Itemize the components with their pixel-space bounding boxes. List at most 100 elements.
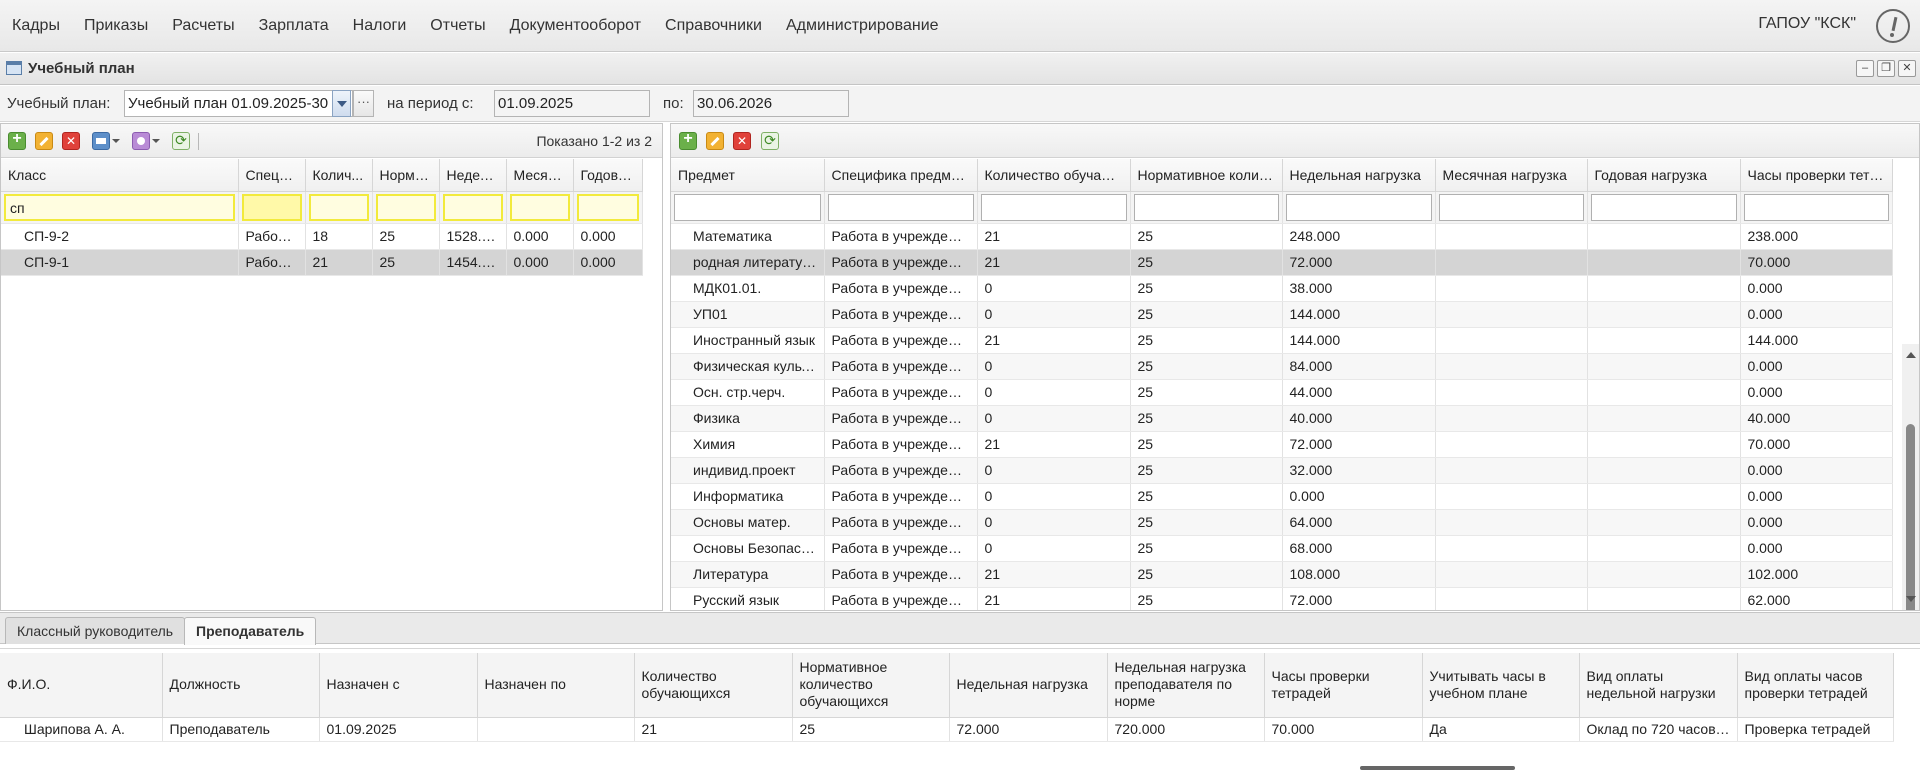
col-nedelnaya-nagruzka[interactable]: Недельная нагрузка [949,653,1108,718]
predmet-filter-input[interactable] [674,193,821,221]
nedelnaya-filter-input[interactable] [1285,193,1432,221]
table-row[interactable]: Информатика Работа в учреждени... 0 25 0.000… [671,483,1893,510]
print-dropdown-icon[interactable] [112,139,120,143]
period-from-field[interactable]: 01.09.2025 [494,90,650,117]
period-to-field[interactable]: 30.06.2026 [693,90,849,117]
table-row[interactable]: Химия Работа в учреждени... 21 25 72.000 70.0… [671,431,1893,458]
col-godovaya-nagruzka[interactable]: Годовая нагрузка [1587,159,1741,192]
cell: родная литература [671,249,825,276]
add-icon[interactable] [8,130,26,150]
col-vid-oplaty-nedelnoy[interactable]: Вид оплаты недельной нагрузки [1579,653,1738,718]
menu-item-otchety[interactable]: Отчеты [418,17,497,35]
col-dolzhnost[interactable]: Должность [162,653,320,718]
col-normativnoe-kolichestvo[interactable]: Нормативное колич... [1130,159,1283,192]
mesyachnaya-filter-input[interactable] [509,193,570,221]
table-row-selected[interactable]: родная литература Работа в учреждени... 21… [671,249,1893,276]
col-predmet[interactable]: Предмет [671,159,825,192]
kolichestvo-filter-input[interactable] [980,193,1127,221]
table-row[interactable]: индивид.проект Работа в учреждени... 0 25 32… [671,457,1893,484]
actions-icon[interactable] [132,132,150,150]
edit-icon[interactable] [706,132,724,150]
col-naznachen-s[interactable]: Назначен с [319,653,478,718]
table-row[interactable]: УП01 Работа в учреждени... 0 25 144.000 0.000 [671,301,1893,328]
info-icon[interactable] [1876,9,1910,43]
col-kolichestvo[interactable]: Колич... [305,159,373,192]
menu-item-kadry[interactable]: Кадры [0,17,72,35]
col-godovaya[interactable]: Годова... [573,159,643,192]
table-row[interactable]: Математика Работа в учреждени... 21 25 248.0… [671,223,1893,250]
kolichestvo-filter-input[interactable] [308,193,369,221]
scroll-down-icon[interactable] [1906,596,1916,602]
menu-item-raschety[interactable]: Расчеты [160,17,246,35]
table-row[interactable]: Физическая культ... Работа в учреждени...… [671,353,1893,380]
table-row[interactable]: СП-9-2 Работа... 18 25 1528.0... 0.000 0… [1,223,643,250]
col-chasy-proverki[interactable]: Часы проверки тетр... [1740,159,1893,192]
specifika-filter-input[interactable] [241,193,302,221]
chasy-filter-input[interactable] [1743,193,1889,221]
tab-prepodavatel[interactable]: Преподаватель [184,617,317,645]
cell [1587,535,1741,562]
col-fio[interactable]: Ф.И.О. [0,653,163,718]
refresh-icon[interactable] [172,132,190,150]
edit-icon[interactable] [35,132,53,150]
col-specifika[interactable]: Специ... [238,159,306,192]
table-row[interactable]: Основы матер. Работа в учреждени... 0 25 64.… [671,509,1893,536]
specifika-predmeta-filter-input[interactable] [827,193,974,221]
plan-combo[interactable]: Учебный план 01.09.2025-30 [124,90,353,117]
menu-item-dokumentooborot[interactable]: Документооборот [498,17,653,35]
menu-item-administrirovanie[interactable]: Администрирование [774,17,951,35]
print-icon[interactable] [92,132,110,150]
minimize-icon[interactable]: – [1856,60,1874,77]
table-row[interactable]: МДК01.01. Работа в учреждени... 0 25 38.000 0… [671,275,1893,302]
table-row[interactable]: Основы Безопасн... Работа в учреждени... 0… [671,535,1893,562]
menu-item-zarplata[interactable]: Зарплата [247,17,341,35]
table-row[interactable]: Шарипова А. А. Преподаватель 01.09.2025 … [0,717,1894,742]
tab-klassnyy-rukovoditel[interactable]: Классный руководитель [5,617,186,644]
delete-icon[interactable] [733,132,751,150]
delete-icon[interactable] [62,132,80,150]
col-normativ[interactable]: Норма... [372,159,440,192]
col-uchityvat-chasy[interactable]: Учитывать часы в учебном плане [1422,653,1580,718]
menu-item-prikazy[interactable]: Приказы [72,17,160,35]
plan-select-button[interactable]: ··· [353,90,374,117]
col-normativnoe-kolichestvo[interactable]: Нормативное количество обучающихся [792,653,950,718]
plan-dropdown-icon[interactable] [332,90,351,117]
close-icon[interactable]: ✕ [1898,60,1916,77]
col-mesyachnaya-nagruzka[interactable]: Месячная нагрузка [1435,159,1588,192]
col-nedelnaya[interactable]: Недел... [439,159,507,192]
col-naznachen-po[interactable]: Назначен по [477,653,635,718]
table-row[interactable]: Литература Работа в учреждени... 21 25 108.0… [671,561,1893,588]
table-row[interactable]: Физика Работа в учреждени... 0 25 40.000 40.0… [671,405,1893,432]
nedelnaya-filter-input[interactable] [442,193,503,221]
godovaya-filter-input[interactable] [1590,193,1737,221]
col-kolichestvo-obuchayushchihsya[interactable]: Количество обучающихся [634,653,793,718]
col-chasy-proverki[interactable]: Часы проверки тетрадей [1264,653,1423,718]
col-nedelnaya-nagruzka[interactable]: Недельная нагрузка [1282,159,1436,192]
col-kolichestvo-obuchayushchihsya[interactable]: Количество обучаю... [977,159,1131,192]
restore-icon[interactable]: ❐ [1877,60,1895,77]
subjects-scrollbar[interactable] [1902,344,1919,610]
normativ-filter-input[interactable] [375,193,436,221]
refresh-icon[interactable] [761,132,779,150]
class-filter-input[interactable]: сп [4,193,235,221]
scroll-thumb[interactable] [1906,424,1915,610]
mesyachnaya-filter-input[interactable] [1438,193,1584,221]
cell: 40.000 [1282,405,1436,432]
table-row[interactable]: Иностранный язык Работа в учреждени... 21 2… [671,327,1893,354]
scroll-up-icon[interactable] [1906,352,1916,358]
col-specifika-predmeta[interactable]: Специфика предмета [824,159,978,192]
col-mesyachnaya[interactable]: Месяч... [506,159,574,192]
menu-item-spravochniki[interactable]: Справочники [653,17,774,35]
table-row-selected[interactable]: СП-9-1 Работа... 21 25 1454.0... 0.000 0… [1,249,643,276]
add-icon[interactable] [679,130,697,150]
horizontal-scroll-thumb[interactable] [1360,766,1515,770]
menu-item-nalogi[interactable]: Налоги [341,17,419,35]
col-vid-oplaty-chasov[interactable]: Вид оплаты часов проверки тетрадей [1737,653,1894,718]
table-row[interactable]: Русский язык Работа в учреждени... 21 25 72.… [671,587,1893,610]
godovaya-filter-input[interactable] [576,193,639,221]
col-klass[interactable]: Класс [1,159,239,192]
actions-dropdown-icon[interactable] [152,139,160,143]
table-row[interactable]: Осн. стр.черч. Работа в учреждени... 0 25 44… [671,379,1893,406]
col-nedelnaya-nagruzka-po-norme[interactable]: Недельная нагрузка преподавателя по норм… [1107,653,1265,718]
normativ-filter-input[interactable] [1133,193,1279,221]
